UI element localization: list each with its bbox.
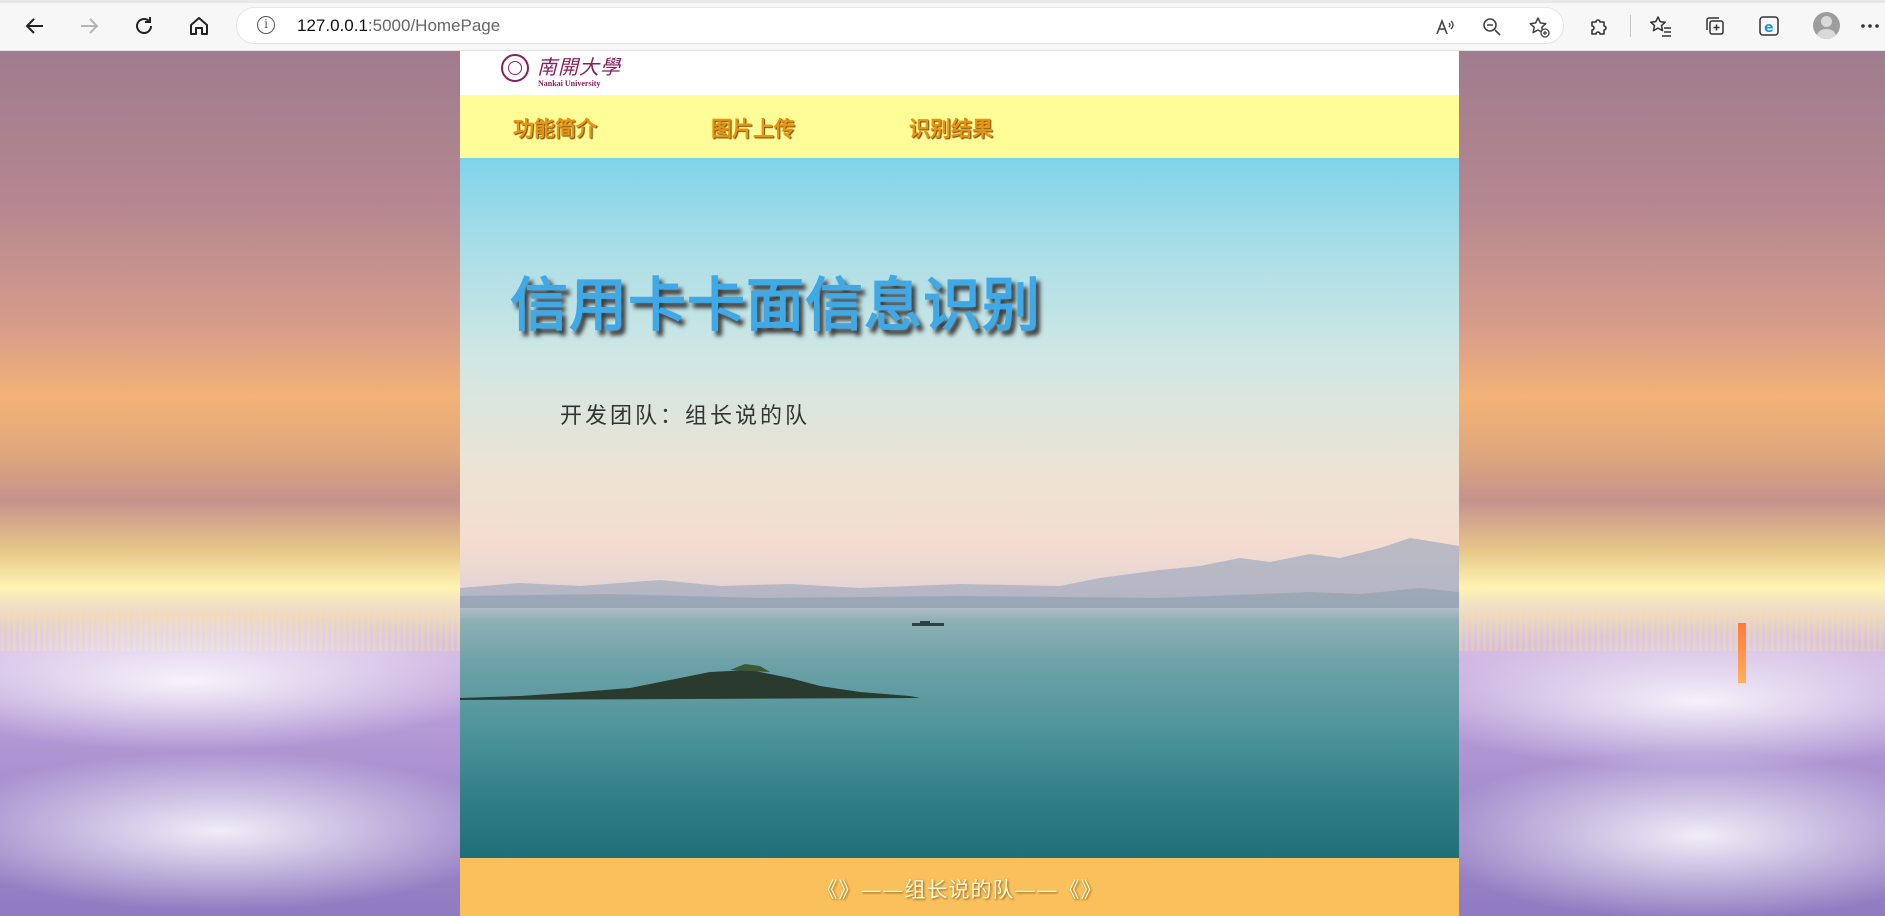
url-host: 127.0.0.1 bbox=[297, 16, 368, 35]
background-cloud bbox=[1420, 751, 1885, 916]
favorites-icon[interactable] bbox=[1646, 11, 1676, 41]
browser-toolbar: i 127.0.0.1:5000/HomePage e bbox=[0, 0, 1885, 51]
puzzle-icon[interactable] bbox=[1584, 11, 1614, 41]
page-title: 信用卡卡面信息识别 bbox=[510, 271, 1042, 339]
logo-chinese-name: 南開大學 bbox=[537, 55, 621, 79]
url-path: :5000/HomePage bbox=[367, 16, 501, 35]
hero-island bbox=[460, 664, 920, 700]
refresh-icon[interactable] bbox=[127, 9, 161, 43]
nav-item-results[interactable]: 识别结果 bbox=[909, 113, 993, 143]
collections-icon[interactable] bbox=[1700, 11, 1730, 41]
footer: 《》——组长说的队——《》 bbox=[460, 858, 1459, 916]
main-page: 南開大學 Nankai University 功能简介 图片上传 识别结果 信用… bbox=[460, 51, 1459, 916]
ie-mode-icon[interactable]: e bbox=[1754, 11, 1784, 41]
nav-bar: 功能简介 图片上传 识别结果 bbox=[460, 95, 1459, 158]
url-text[interactable]: 127.0.0.1:5000/HomePage bbox=[297, 16, 500, 36]
nav-item-features[interactable]: 功能简介 bbox=[513, 113, 597, 143]
add-favorite-icon[interactable] bbox=[1527, 15, 1551, 39]
logo-english-name: Nankai University bbox=[538, 79, 601, 88]
footer-text: 《》——组长说的队——《》 bbox=[816, 878, 1103, 902]
hero-horizon bbox=[460, 605, 1459, 608]
back-arrow-icon[interactable] bbox=[18, 9, 52, 43]
zoom-out-icon[interactable] bbox=[1480, 15, 1504, 39]
tab-strip-edge bbox=[0, 0, 1885, 3]
toolbar-separator bbox=[1630, 15, 1631, 37]
svg-text:e: e bbox=[1764, 20, 1774, 36]
address-bar[interactable]: i 127.0.0.1:5000/HomePage bbox=[236, 7, 1564, 44]
nav-item-upload[interactable]: 图片上传 bbox=[711, 113, 795, 143]
background-cloud bbox=[0, 751, 520, 911]
page-viewport: 南開大學 Nankai University 功能简介 图片上传 识别结果 信用… bbox=[0, 51, 1885, 916]
university-seal-icon bbox=[501, 54, 529, 82]
read-aloud-icon[interactable] bbox=[1433, 15, 1457, 39]
hero-banner: 信用卡卡面信息识别 开发团队：组长说的队 bbox=[460, 158, 1459, 858]
home-icon[interactable] bbox=[182, 9, 216, 43]
more-icon[interactable] bbox=[1858, 11, 1882, 41]
hero-boat bbox=[912, 621, 944, 626]
hero-mountains bbox=[460, 538, 1459, 608]
info-icon[interactable]: i bbox=[257, 16, 275, 34]
background-cloud bbox=[1400, 631, 1885, 771]
background-tower bbox=[1738, 623, 1746, 683]
avatar-icon[interactable] bbox=[1813, 12, 1840, 39]
forward-arrow-icon[interactable] bbox=[72, 9, 106, 43]
logo-bar: 南開大學 Nankai University bbox=[460, 51, 1459, 95]
team-subtitle: 开发团队：组长说的队 bbox=[560, 404, 811, 429]
